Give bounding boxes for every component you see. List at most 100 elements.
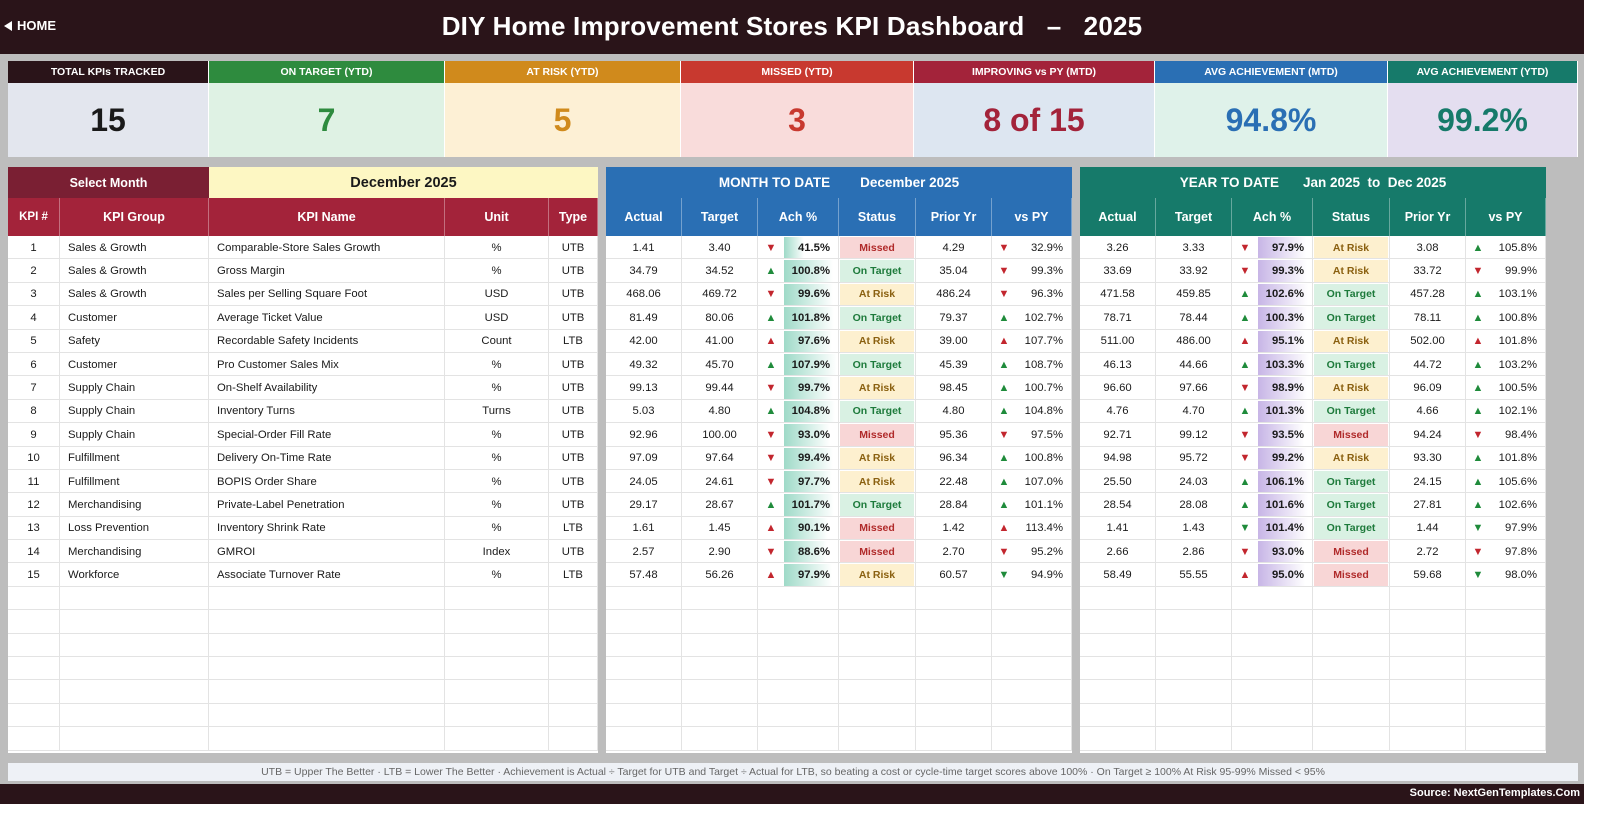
vs-prior-year-cell: ▲ 101.1% (992, 493, 1072, 517)
table-row: 42.00 41.00 ▲ 97.6% At Risk 39.00 ▲ 107.7% (606, 329, 1072, 353)
vs-prior-year-cell: ▲ 113.4% (992, 516, 1072, 541)
kpi-card-label: AVG ACHIEVEMENT (MTD) (1155, 61, 1387, 83)
achievement-cell: ▲ 97.6% (758, 329, 839, 353)
kpi-name-cell: GMROI (209, 540, 445, 564)
target-cell: 95.72 (1156, 446, 1232, 470)
vs-prior-year-cell: ▲ 100.8% (1466, 306, 1546, 330)
status-cell: On Target (1313, 516, 1390, 541)
footer-note: UTB = Upper The Better · LTB = Lower The… (8, 763, 1578, 781)
target-cell (1156, 610, 1232, 634)
prior-year-cell: 45.39 (916, 352, 992, 377)
vs-prior-year-cell: ▲ 103.2% (1466, 352, 1546, 377)
status-badge: At Risk (1314, 260, 1388, 282)
status-badge: On Target (1314, 353, 1388, 376)
kpi-group-cell: Merchandising (60, 540, 209, 564)
down-arrow-icon: ▼ (765, 382, 777, 395)
vs-prior-year-cell: ▼ 97.9% (1466, 516, 1546, 541)
target-cell: 486.00 (1156, 329, 1232, 353)
status-cell: On Target (1313, 306, 1390, 330)
column-header: Actual (606, 198, 682, 236)
table-row: 1 Sales & Growth Comparable-Store Sales Gr… (8, 236, 598, 260)
column-header: Prior Yr (916, 198, 992, 236)
up-arrow-icon: ▲ (1472, 382, 1484, 395)
achievement-value: 95.0% (1271, 569, 1304, 582)
achievement-value: 41.5% (797, 241, 830, 254)
table-row: 3.26 3.33 ▼ 97.9% At Risk 3.08 ▲ 105.8% (1080, 236, 1546, 260)
prior-year-cell: 59.68 (1390, 563, 1466, 587)
achievement-value: 103.3% (1265, 358, 1304, 371)
status-badge: On Target (1314, 400, 1388, 423)
status-cell: On Target (839, 399, 916, 424)
column-header: Target (682, 198, 758, 236)
actual-cell: 46.13 (1080, 352, 1156, 377)
achievement-bar: 101.3% (1258, 400, 1312, 423)
target-cell (1156, 633, 1232, 658)
kpi-type-cell: LTB (549, 329, 598, 353)
kpi-type-cell (549, 680, 598, 704)
month-select[interactable]: December 2025 (209, 167, 598, 198)
achievement-bar: 98.9% (1258, 376, 1312, 399)
vs-prior-year-value: 95.2% (1030, 545, 1063, 558)
vs-prior-year-value: 94.9% (1030, 569, 1063, 582)
achievement-cell: ▼ 98.9% (1232, 376, 1313, 400)
achievement-bar: 102.6% (1258, 283, 1312, 306)
vs-prior-year-cell (1466, 657, 1546, 681)
prior-year-cell: 22.48 (916, 469, 992, 494)
status-cell (839, 657, 916, 681)
status-badge: On Target (1314, 494, 1388, 516)
target-cell: 28.67 (682, 493, 758, 517)
kpi-num-cell: 3 (8, 282, 60, 307)
actual-cell: 96.60 (1080, 376, 1156, 400)
kpi-unit-cell: % (445, 352, 549, 377)
vs-prior-year-value: 102.1% (1498, 405, 1537, 418)
table-row: 471.58 459.85 ▲ 102.6% On Target 457.28 ▲ 103.1… (1080, 282, 1546, 307)
prior-year-cell: 4.80 (916, 399, 992, 424)
column-header: KPI Group (60, 198, 209, 236)
achievement-bar: 90.1% (784, 517, 838, 540)
achievement-value: 101.4% (1265, 522, 1304, 535)
target-cell: 24.03 (1156, 469, 1232, 494)
vs-prior-year-cell (992, 727, 1072, 751)
table-row: 28.54 28.08 ▲ 101.6% On Target 27.81 ▲ 102.6% (1080, 493, 1546, 517)
kpi-name-cell: On-Shelf Availability (209, 376, 445, 400)
vs-prior-year-cell (992, 680, 1072, 704)
achievement-cell (758, 633, 839, 658)
achievement-cell (758, 680, 839, 704)
actual-cell: 511.00 (1080, 329, 1156, 353)
target-cell: 80.06 (682, 306, 758, 330)
prior-year-cell: 44.72 (1390, 352, 1466, 377)
prior-year-cell: 94.24 (1390, 423, 1466, 447)
kpi-name-cell (209, 586, 445, 611)
achievement-cell (758, 610, 839, 634)
kpi-num-cell (8, 633, 60, 658)
status-cell: Missed (1313, 423, 1390, 447)
table-row: 9 Supply Chain Special-Order Fill Rate% UTB (8, 423, 598, 447)
table-row: 24.05 24.61 ▼ 97.7% At Risk 22.48 ▲ 107.0% (606, 469, 1072, 494)
table-row (8, 586, 598, 611)
vs-prior-year-value: 100.8% (1024, 452, 1063, 465)
actual-cell (1080, 586, 1156, 611)
achievement-bar: 104.8% (784, 400, 838, 423)
actual-cell (606, 586, 682, 611)
achievement-value: 95.1% (1271, 335, 1304, 348)
kpi-card: AVG ACHIEVEMENT (YTD) 99.2% (1388, 61, 1578, 157)
achievement-value: 107.9% (791, 358, 830, 371)
prior-year-cell: 79.37 (916, 306, 992, 330)
vs-prior-year-cell: ▲ 103.1% (1466, 282, 1546, 307)
table-row: 4 Customer Average Ticket Value USD UTB (8, 306, 598, 330)
kpi-unit-cell: Index (445, 540, 549, 564)
vs-prior-year-cell (1466, 703, 1546, 728)
status-badge: On Target (1314, 517, 1388, 540)
vs-prior-year-cell: ▼ 97.5% (992, 423, 1072, 447)
vs-prior-year-value: 107.0% (1024, 475, 1063, 488)
kpi-card: MISSED (YTD) 3 (681, 61, 914, 157)
prior-year-cell: 486.24 (916, 282, 992, 307)
kpi-type-cell: UTB (549, 469, 598, 494)
prior-year-cell (916, 703, 992, 728)
kpi-unit-cell: Count (445, 329, 549, 353)
achievement-bar: 100.8% (784, 259, 838, 282)
kpi-type-cell: UTB (549, 446, 598, 470)
kpi-group-cell (60, 586, 209, 611)
prior-year-cell: 1.42 (916, 516, 992, 541)
vs-prior-year-cell: ▲ 100.8% (992, 446, 1072, 470)
